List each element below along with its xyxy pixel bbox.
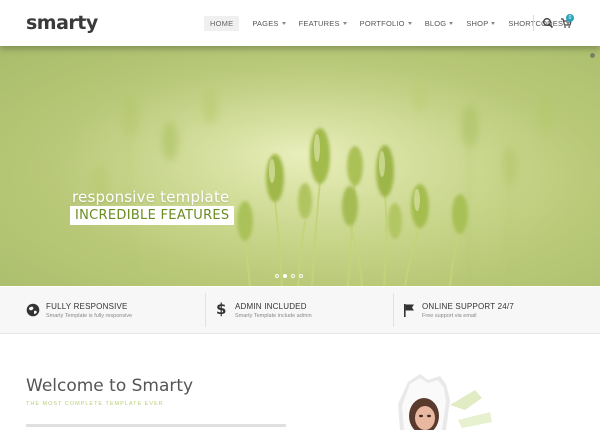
nav-shop[interactable]: SHOP — [466, 18, 496, 28]
hero-grass-image — [0, 46, 600, 286]
welcome-subtitle: THE MOST COMPLETE TEMPLATE EVER — [26, 401, 164, 407]
slider-dot[interactable] — [291, 274, 295, 278]
caret-down-icon — [342, 21, 347, 25]
nav-features[interactable]: FEATURES — [299, 19, 347, 28]
text-line — [26, 424, 286, 427]
nav-label: PAGES — [252, 18, 279, 28]
feature-title: ONLINE SUPPORT 24/7 — [422, 302, 514, 311]
feature-support: ONLINE SUPPORT 24/7 Free support via ema… — [402, 287, 582, 333]
feature-title: FULLY RESPONSIVE — [46, 302, 128, 311]
feature-divider — [205, 293, 206, 327]
feature-description: Smarty Template include admin — [235, 313, 312, 319]
dollar-icon: $ — [216, 300, 227, 318]
features-bar: FULLY RESPONSIVE Smarty Template is full… — [0, 287, 600, 334]
slider-pagination — [275, 274, 307, 278]
nav-label: SHORTCODES — [508, 18, 564, 28]
welcome-text-preview — [26, 424, 286, 429]
nav-portfolio[interactable]: PORTFOLIO — [360, 19, 412, 28]
feature-description: Free support via email — [422, 313, 477, 319]
feature-description: Smarty Template is fully responsive — [46, 313, 133, 319]
caret-down-icon — [491, 21, 496, 25]
caret-down-icon — [407, 21, 412, 25]
nav-blog[interactable]: BLOG — [425, 19, 454, 28]
nav-home[interactable]: HOME — [204, 15, 240, 31]
flag-icon — [404, 304, 414, 317]
cart-count-badge: 0 — [566, 14, 574, 22]
nav-pages[interactable]: PAGES — [252, 18, 286, 28]
caret-down-icon — [449, 21, 454, 25]
nav-label: SHOP — [466, 18, 489, 28]
welcome-title: Welcome to Smarty — [26, 376, 194, 396]
main-nav: HOME PAGES FEATURES PORTFOLIO BLOG SHOP … — [200, 0, 583, 46]
slider-corner-indicator[interactable] — [590, 53, 595, 58]
hero-subtitle: responsive template — [72, 188, 230, 206]
site-logo[interactable]: smarty — [26, 12, 98, 34]
feature-title: ADMIN INCLUDED — [235, 302, 307, 311]
caret-down-icon — [281, 21, 286, 25]
peeking-woman-image — [398, 374, 492, 430]
slider-dot-active[interactable] — [283, 274, 287, 278]
nav-label: BLOG — [424, 18, 447, 28]
feature-divider — [393, 293, 394, 327]
slider-dot[interactable] — [275, 274, 279, 278]
feature-admin: $ ADMIN INCLUDED Smarty Template include… — [215, 287, 385, 333]
slider-dot[interactable] — [299, 274, 303, 278]
nav-label: HOME — [210, 18, 234, 28]
hero-slider[interactable]: responsive template INCREDIBLE FEATURES — [0, 46, 600, 286]
globe-icon — [26, 303, 40, 317]
nav-label: PORTFOLIO — [359, 18, 405, 28]
nav-divider — [533, 15, 534, 31]
hero-title: INCREDIBLE FEATURES — [70, 206, 235, 225]
feature-responsive: FULLY RESPONSIVE Smarty Template is full… — [26, 287, 196, 333]
search-icon[interactable] — [542, 17, 554, 29]
site-header: smarty HOME PAGES FEATURES PORTFOLIO BLO… — [0, 0, 600, 46]
nav-label: FEATURES — [298, 18, 340, 28]
